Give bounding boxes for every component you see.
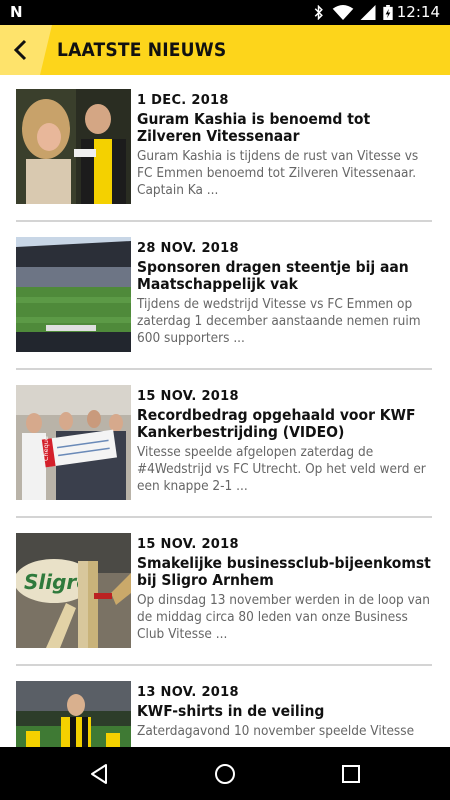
news-date: 15 NOV. 2018 — [137, 389, 239, 404]
news-item[interactable]: 13 NOV. 2018 KWF-shirts in de veiling Za… — [16, 667, 432, 747]
news-thumbnail-image — [16, 89, 131, 204]
news-title[interactable]: Sponsoren dragen steentje bij aan Maatsc… — [137, 259, 433, 293]
news-excerpt: Op dinsdag 13 november werden in de loop… — [137, 592, 430, 642]
battery-charging-icon — [383, 5, 393, 20]
news-excerpt: Guram Kashia is tijdens de rust van Vite… — [137, 148, 419, 198]
clock: 12:14 — [396, 3, 440, 21]
home-circle-icon[interactable] — [213, 762, 237, 786]
news-excerpt: Vitesse speelde afgelopen zaterdag de #4… — [137, 444, 426, 494]
news-thumbnail[interactable] — [16, 681, 131, 747]
cellular-signal-icon — [360, 5, 376, 20]
news-title[interactable]: KWF-shirts in de veiling — [137, 703, 433, 720]
divider — [16, 220, 432, 222]
news-list[interactable]: 1 DEC. 2018 Guram Kashia is benoemd tot … — [0, 75, 450, 747]
news-date: 15 NOV. 2018 — [137, 537, 239, 552]
recents-square-icon[interactable] — [339, 762, 363, 786]
news-text: 13 NOV. 2018 KWF-shirts in de veiling Za… — [137, 685, 433, 740]
divider — [16, 664, 432, 666]
news-excerpt: Zaterdagavond 10 november speelde Vitess… — [137, 723, 415, 739]
news-date: 13 NOV. 2018 — [137, 685, 239, 700]
navigation-bar — [0, 747, 450, 800]
news-thumbnail-image: Sligro — [16, 533, 131, 648]
news-text: 15 NOV. 2018 Smakelijke businessclub-bij… — [137, 537, 433, 643]
back-button[interactable] — [8, 37, 34, 63]
news-thumbnail-image: Cheque — [16, 385, 131, 500]
news-text: 1 DEC. 2018 Guram Kashia is benoemd tot … — [137, 93, 433, 199]
n-logo-icon: N — [10, 3, 23, 21]
page-title: LAATSTE NIEUWS — [57, 39, 227, 61]
news-thumbnail[interactable] — [16, 89, 131, 204]
news-title[interactable]: Smakelijke businessclub-bijeenkomst bij … — [137, 555, 433, 589]
app-header: LAATSTE NIEUWS — [0, 25, 450, 75]
back-triangle-icon[interactable] — [87, 762, 111, 786]
news-excerpt: Tijdens de wedstrijd Vitesse vs FC Emmen… — [137, 296, 421, 346]
news-thumbnail-image — [16, 681, 131, 747]
news-text: 28 NOV. 2018 Sponsoren dragen steentje b… — [137, 241, 433, 347]
news-title[interactable]: Recordbedrag opgehaald voor KWF Kankerbe… — [137, 407, 433, 441]
news-date: 1 DEC. 2018 — [137, 93, 229, 108]
news-title[interactable]: Guram Kashia is benoemd tot Zilveren Vit… — [137, 111, 433, 145]
divider — [16, 516, 432, 518]
news-thumbnail[interactable]: Cheque — [16, 385, 131, 500]
chevron-left-icon — [13, 39, 27, 61]
status-bar: N 12:14 — [0, 0, 450, 25]
divider — [16, 368, 432, 370]
news-thumbnail-image — [16, 237, 131, 352]
news-item[interactable]: 1 DEC. 2018 Guram Kashia is benoemd tot … — [16, 75, 432, 223]
wifi-icon — [332, 5, 354, 20]
news-thumbnail[interactable]: Sligro — [16, 533, 131, 648]
cheque-label: Cheque — [42, 436, 50, 461]
news-item[interactable]: Sligro 15 NOV. 2018 Smakelijke businessc… — [16, 519, 432, 667]
bluetooth-icon — [314, 5, 323, 20]
news-item[interactable]: 28 NOV. 2018 Sponsoren dragen steentje b… — [16, 223, 432, 371]
news-text: 15 NOV. 2018 Recordbedrag opgehaald voor… — [137, 389, 433, 495]
news-thumbnail[interactable] — [16, 237, 131, 352]
news-date: 28 NOV. 2018 — [137, 241, 239, 256]
news-item[interactable]: Cheque 15 NOV. 2018 Recordbedrag opgehaa… — [16, 371, 432, 519]
